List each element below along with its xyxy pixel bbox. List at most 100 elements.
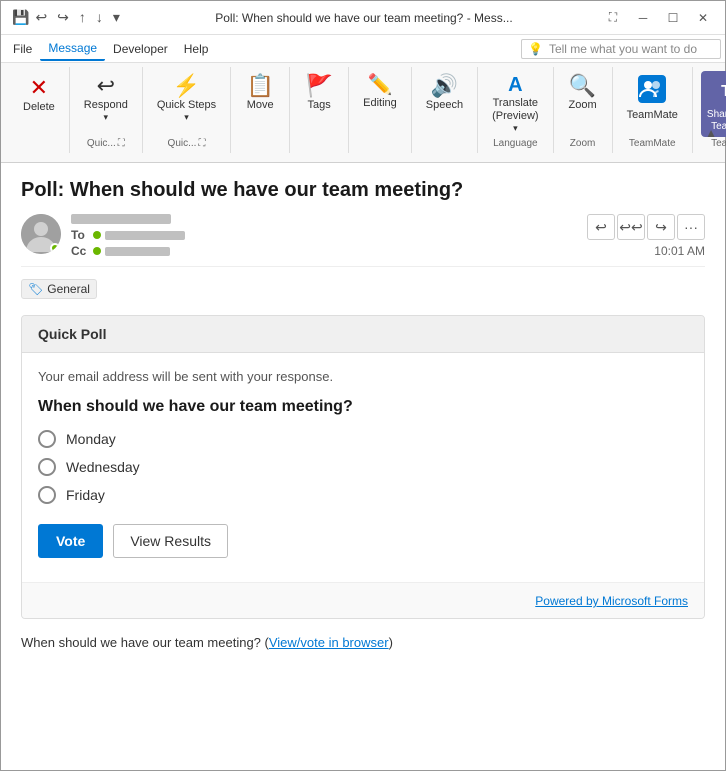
respond-group-label: Quic... ⛶ xyxy=(87,138,125,153)
teammate-button[interactable]: TeamMate xyxy=(621,71,684,126)
undo-icon[interactable]: ↩ xyxy=(32,7,50,28)
quick-steps-label: Quick Steps xyxy=(157,99,216,112)
ribbon-group-respond: ↩ Respond ▾ Quic... ⛶ xyxy=(70,67,143,153)
quicksteps-group-label: Quic... ⛶ xyxy=(168,138,206,153)
outlook-window: 💾 ↩ ↪ ↑ ↓ ▾ Poll: When should we have ou… xyxy=(0,0,726,771)
minimize-button[interactable]: ─ xyxy=(629,6,657,30)
window-controls: ⛶ ─ ☐ ✕ xyxy=(599,6,717,30)
menu-help[interactable]: Help xyxy=(176,38,217,60)
ribbon-group-speech: 🔊 Speech xyxy=(412,67,478,153)
tell-me-placeholder: Tell me what you want to do xyxy=(549,42,697,56)
move-label: Move xyxy=(247,99,274,112)
move-buttons: 📋 Move xyxy=(239,67,281,149)
option-monday-label: Monday xyxy=(66,431,116,447)
quick-steps-button[interactable]: ⚡ Quick Steps ▾ xyxy=(151,71,222,127)
poll-card-footer: Powered by Microsoft Forms xyxy=(22,582,704,618)
move-icon: 📋 xyxy=(246,75,273,97)
translate-icon: A xyxy=(508,75,522,95)
tag-badge[interactable]: 🏷 General xyxy=(21,279,97,299)
ribbon-group-language: A Translate(Preview) ▾ Language xyxy=(478,67,553,153)
cc-label: Cc xyxy=(71,244,89,258)
view-vote-browser-link[interactable]: View/vote in browser xyxy=(269,635,389,650)
email-sender-area: To Cc xyxy=(21,214,185,258)
restore-button[interactable]: ☐ xyxy=(659,6,687,30)
tags-button[interactable]: 🚩 Tags xyxy=(298,71,340,116)
powered-by-link[interactable]: Powered by Microsoft Forms xyxy=(535,594,688,608)
quick-steps-icon: ⚡ xyxy=(173,75,200,97)
to-label: To xyxy=(71,228,89,242)
respond-label: Respond xyxy=(84,99,128,112)
ribbon-group-quicksteps: ⚡ Quick Steps ▾ Quic... ⛶ xyxy=(143,67,231,153)
zoom-button[interactable]: 🔍 Zoom xyxy=(562,71,604,116)
respond-icon: ↩ xyxy=(97,75,115,97)
translate-label: Translate(Preview) xyxy=(492,97,538,123)
save-icon[interactable]: 💾 xyxy=(9,7,32,28)
menu-bar: File Message Developer Help 💡 Tell me wh… xyxy=(1,35,725,63)
respond-button[interactable]: ↩ Respond ▾ xyxy=(78,71,134,127)
view-results-button[interactable]: View Results xyxy=(113,524,228,558)
sender-name xyxy=(71,214,171,224)
delete-button[interactable]: ✕ Delete xyxy=(17,71,61,117)
reply-button[interactable]: ↩ xyxy=(587,214,615,240)
poll-option-friday[interactable]: Friday xyxy=(38,486,688,504)
email-time: 10:01 AM xyxy=(654,244,705,258)
tag-icon: 🏷 xyxy=(28,282,43,296)
zoom-label: Zoom xyxy=(569,99,597,112)
menu-message[interactable]: Message xyxy=(40,37,105,61)
footer-text-end: ) xyxy=(389,635,393,650)
poll-option-monday[interactable]: Monday xyxy=(38,430,688,448)
email-header-right: ↩ ↩↩ ↪ ··· 10:01 AM xyxy=(587,214,705,258)
ribbon-collapse-button[interactable]: ▲ xyxy=(701,124,721,142)
quicksteps-dropdown-icon: ▾ xyxy=(184,112,189,123)
sender-info: To Cc xyxy=(71,214,185,258)
redo-icon[interactable]: ↪ xyxy=(54,7,72,28)
full-screen-button[interactable]: ⛶ xyxy=(599,6,627,30)
ribbon: ✕ Delete ↩ Respond ▾ Quic... ⛶ xyxy=(1,63,725,163)
poll-option-wednesday[interactable]: Wednesday xyxy=(38,458,688,476)
editing-button[interactable]: ✏️ Editing xyxy=(357,71,403,114)
customize-icon[interactable]: ▾ xyxy=(110,7,123,28)
to-status-dot xyxy=(93,231,101,239)
menu-file[interactable]: File xyxy=(5,38,40,60)
email-footer-text: When should we have our team meeting? (V… xyxy=(21,635,705,650)
translate-button[interactable]: A Translate(Preview) ▾ xyxy=(486,71,544,138)
move-button[interactable]: 📋 Move xyxy=(239,71,281,116)
speech-icon: 🔊 xyxy=(431,75,458,97)
speech-button[interactable]: 🔊 Speech xyxy=(420,71,469,116)
poll-options: Monday Wednesday Friday xyxy=(38,430,688,504)
cc-recipients xyxy=(105,247,170,256)
download-icon[interactable]: ↓ xyxy=(93,7,106,28)
undo-controls: ↩ ↪ ↑ ↓ ▾ xyxy=(32,7,123,28)
ribbon-group-tags: 🚩 Tags xyxy=(290,67,349,153)
quicksteps-buttons: ⚡ Quick Steps ▾ xyxy=(151,67,222,138)
ribbon-group-teammate: TeamMate TeamMate xyxy=(613,67,693,153)
vote-button[interactable]: Vote xyxy=(38,524,103,558)
reply-all-button[interactable]: ↩↩ xyxy=(617,214,645,240)
poll-card-body: Your email address will be sent with you… xyxy=(22,353,704,582)
quicksteps-expand-icon[interactable]: ⛶ xyxy=(198,138,205,149)
email-action-buttons: ↩ ↩↩ ↪ ··· xyxy=(587,214,705,240)
close-button[interactable]: ✕ xyxy=(689,6,717,30)
teammate-buttons: TeamMate xyxy=(621,67,684,138)
footer-text-start: When should we have our team meeting? ( xyxy=(21,635,269,650)
tags-label: Tags xyxy=(308,99,331,112)
more-actions-button[interactable]: ··· xyxy=(677,214,705,240)
email-header: To Cc ↩ ↩↩ ↪ ··· xyxy=(21,214,705,267)
delete-buttons: ✕ Delete xyxy=(17,67,61,149)
forward-button[interactable]: ↪ xyxy=(647,214,675,240)
email-subject: Poll: When should we have our team meeti… xyxy=(21,179,705,202)
delete-icon: ✕ xyxy=(30,75,48,101)
radio-friday[interactable] xyxy=(38,486,56,504)
respond-group-expand-icon[interactable]: ⛶ xyxy=(118,138,125,149)
menu-developer[interactable]: Developer xyxy=(105,38,176,60)
poll-action-buttons: Vote View Results xyxy=(38,524,688,558)
tags-icon: 🚩 xyxy=(305,75,332,97)
radio-wednesday[interactable] xyxy=(38,458,56,476)
tell-me-input[interactable]: 💡 Tell me what you want to do xyxy=(521,39,721,59)
upload-icon[interactable]: ↑ xyxy=(76,7,89,28)
to-line: To xyxy=(71,228,185,242)
ribbon-group-editing: ✏️ Editing xyxy=(349,67,412,153)
tag-label: General xyxy=(47,282,90,296)
poll-card: Quick Poll Your email address will be se… xyxy=(21,315,705,619)
radio-monday[interactable] xyxy=(38,430,56,448)
